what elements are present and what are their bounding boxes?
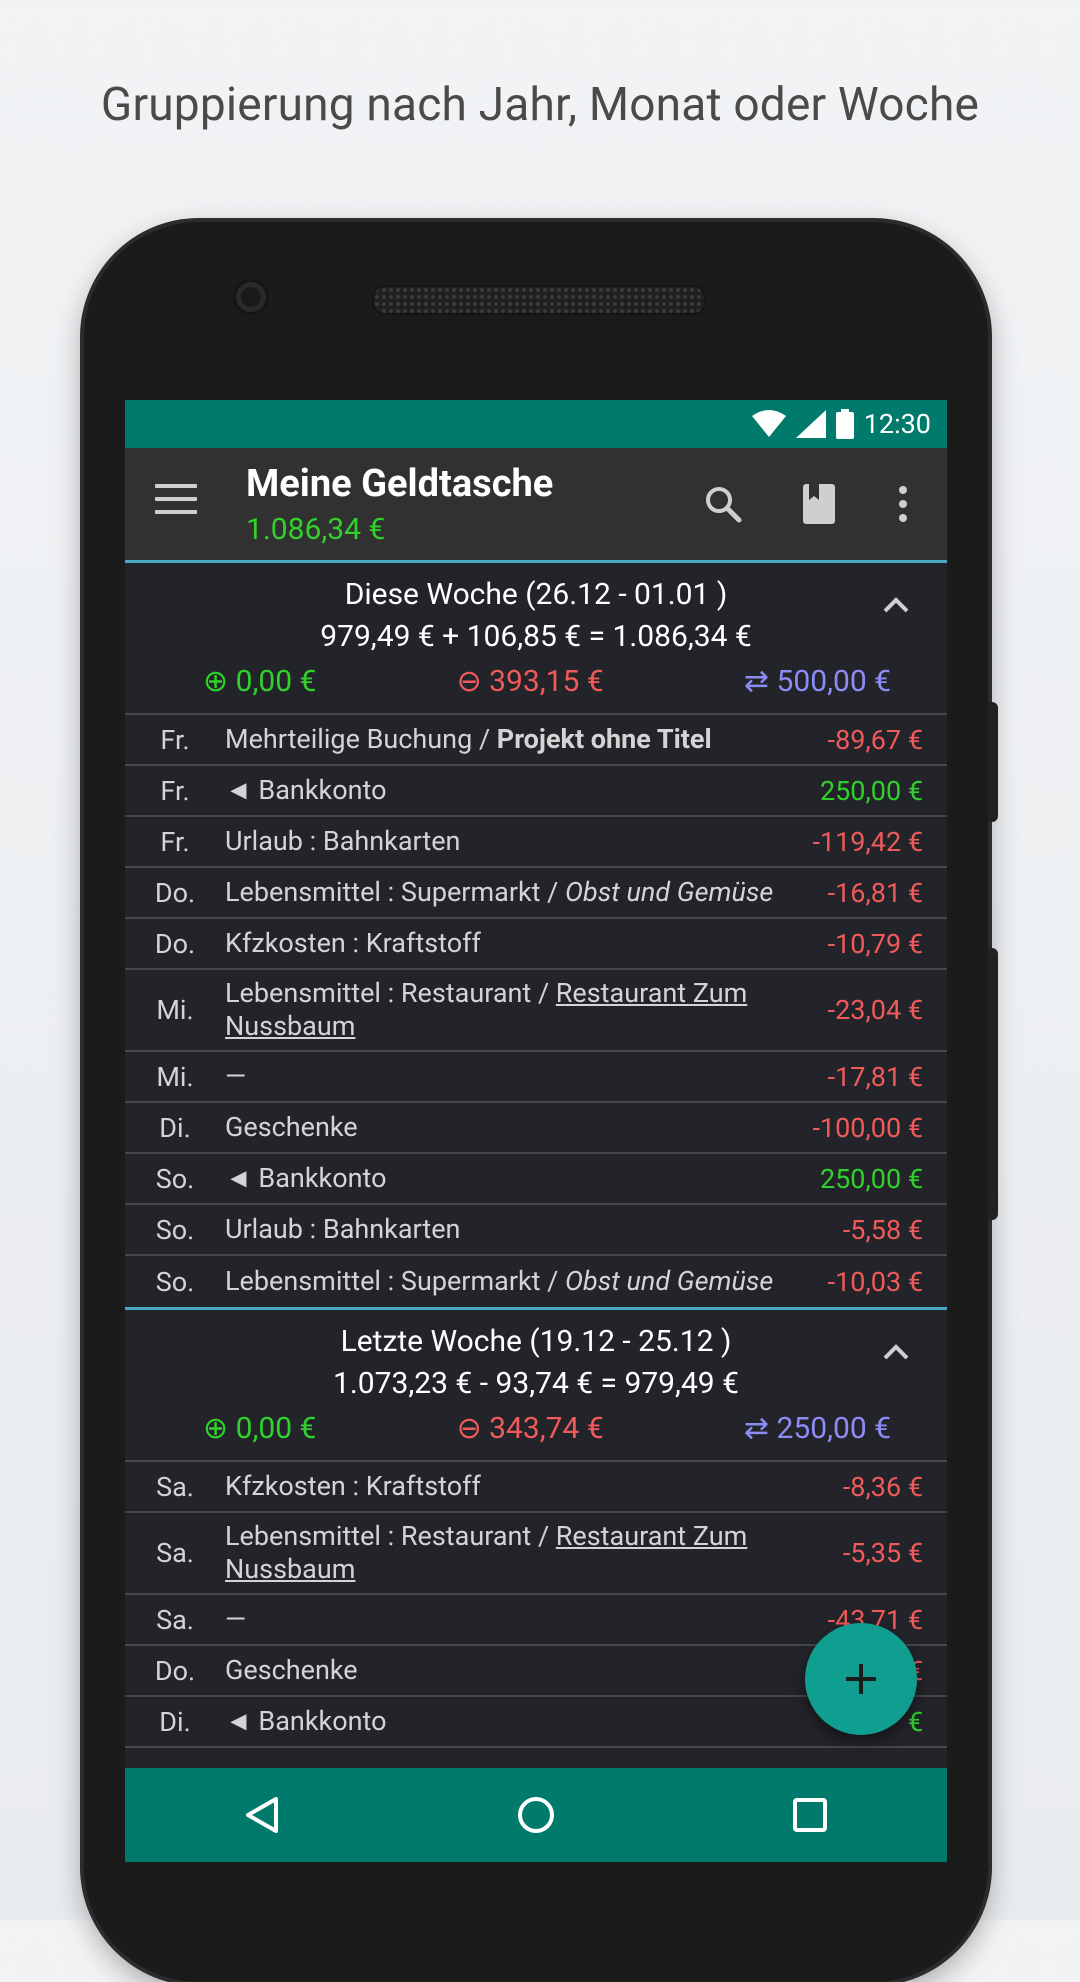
income-total: ⊕ 0,00 € — [203, 1411, 317, 1446]
wifi-icon — [751, 410, 786, 437]
row-description: Mehrteilige Buchung / Projekt ohne Titel — [225, 723, 712, 755]
front-camera — [236, 282, 266, 312]
power-button — [988, 948, 998, 1220]
app-screen: 12:30 Meine Geldtasche 1.086,34 € Diese … — [125, 400, 947, 1862]
row-day: Di. — [159, 1705, 191, 1738]
transaction-list: Fr. Mehrteilige Buchung / Projekt ohne Ti… — [125, 715, 947, 1307]
transaction-row[interactable]: So. Lebensmittel : Supermarkt / Obst und … — [125, 1256, 947, 1307]
row-amount: -89,67 € — [827, 723, 923, 756]
row-description: — — [225, 1603, 247, 1635]
row-amount: -5,58 € — [842, 1213, 923, 1246]
row-day: Do. — [154, 1654, 196, 1687]
row-description: — — [225, 1060, 247, 1092]
menu-icon[interactable] — [155, 484, 197, 524]
transfer-total: ⇄ 500,00 € — [743, 664, 891, 699]
row-description: ◄ Bankkonto — [225, 1162, 387, 1194]
group-title: Diese Woche (26.12 - 01.01 ) — [344, 577, 728, 612]
row-amount: -100,00 € — [812, 1111, 923, 1144]
transaction-row[interactable]: Mi. Lebensmittel : Restaurant / Restauran… — [125, 970, 947, 1052]
row-description: Lebensmittel : Supermarkt / Obst und Gem… — [225, 1265, 774, 1297]
battery-icon — [835, 409, 854, 439]
transaction-row[interactable]: Fr. ◄ Bankkonto 250,00 € — [125, 766, 947, 817]
home-icon[interactable] — [516, 1795, 556, 1835]
row-day: Sa. — [156, 1470, 194, 1503]
row-amount: -10,79 € — [827, 927, 923, 960]
row-description: Lebensmittel : Restaurant / Restaurant Z… — [225, 1520, 748, 1585]
app-bar: Meine Geldtasche 1.086,34 € — [125, 448, 947, 563]
row-day: Di. — [159, 1111, 191, 1144]
row-day: Do. — [154, 876, 196, 909]
row-amount: -10,03 € — [827, 1265, 923, 1298]
account-title: Meine Geldtasche — [246, 462, 554, 506]
row-day: Fr. — [160, 723, 190, 756]
row-description: ◄ Bankkonto — [225, 1705, 387, 1737]
status-bar: 12:30 — [125, 400, 947, 448]
row-day: Sa. — [156, 1603, 194, 1636]
row-day: So. — [155, 1213, 195, 1246]
week-group-header[interactable]: Letzte Woche (19.12 - 25.12 ) 1.073,23 €… — [125, 1307, 947, 1462]
row-description: Kfzkosten : Kraftstoff — [225, 1470, 481, 1502]
transaction-row[interactable]: Mi. — -17,81 € — [125, 1052, 947, 1103]
row-description: ◄ Bankkonto — [225, 774, 387, 806]
group-summary: 979,49 € + 106,85 € = 1.086,34 € — [320, 619, 752, 654]
row-day: Mi. — [156, 1060, 194, 1093]
transaction-row[interactable]: So. ◄ Bankkonto 250,00 € — [125, 1154, 947, 1205]
row-day: Do. — [154, 927, 196, 960]
transaction-row[interactable]: Sa. Kfzkosten : Kraftstoff -8,36 € — [125, 1462, 947, 1513]
row-amount: -16,81 € — [827, 876, 923, 909]
row-amount: -17,81 € — [827, 1060, 923, 1093]
search-icon[interactable] — [699, 480, 747, 528]
book-icon[interactable] — [795, 480, 843, 528]
caption: Gruppierung nach Jahr, Monat oder Woche — [100, 78, 980, 132]
row-day: Fr. — [160, 774, 190, 807]
row-description: Lebensmittel : Restaurant / Restaurant Z… — [225, 977, 748, 1042]
transaction-row[interactable]: Fr. Mehrteilige Buchung / Projekt ohne Ti… — [125, 715, 947, 766]
row-description: Kfzkosten : Kraftstoff — [225, 927, 481, 959]
row-description: Lebensmittel : Supermarkt / Obst und Gem… — [225, 876, 774, 908]
recents-icon[interactable] — [790, 1795, 830, 1835]
add-transaction-button[interactable] — [805, 1623, 917, 1735]
row-amount: 250,00 € — [819, 1162, 923, 1195]
signal-icon — [795, 410, 826, 438]
row-amount: 250,00 € — [819, 774, 923, 807]
transaction-row[interactable]: Do. Lebensmittel : Supermarkt / Obst und … — [125, 868, 947, 919]
system-nav-bar — [125, 1768, 947, 1862]
transfer-total: ⇄ 250,00 € — [743, 1411, 891, 1446]
transaction-row[interactable]: Di. Geschenke -100,00 € — [125, 1103, 947, 1154]
transaction-row[interactable]: Fr. Urlaub : Bahnkarten -119,42 € — [125, 817, 947, 868]
row-amount: -5,35 € — [842, 1537, 923, 1569]
row-day: So. — [155, 1162, 195, 1195]
status-time: 12:30 — [863, 408, 931, 440]
income-total: ⊕ 0,00 € — [203, 664, 317, 699]
transaction-row[interactable]: Sa. Lebensmittel : Restaurant / Restauran… — [125, 1513, 947, 1595]
row-day: Sa. — [156, 1537, 194, 1569]
expense-total: ⊖ 393,15 € — [456, 664, 604, 699]
row-description: Geschenke — [225, 1654, 358, 1686]
transaction-row[interactable]: Do. Kfzkosten : Kraftstoff -10,79 € — [125, 919, 947, 970]
chevron-up-icon[interactable] — [879, 593, 913, 617]
group-summary: 1.073,23 € - 93,74 € = 979,49 € — [333, 1366, 739, 1401]
week-group-header[interactable]: Diese Woche (26.12 - 01.01 ) 979,49 € + … — [125, 563, 947, 715]
row-description: Urlaub : Bahnkarten — [225, 1213, 461, 1245]
group-title: Letzte Woche (19.12 - 25.12 ) — [340, 1324, 732, 1359]
row-day: Fr. — [160, 825, 190, 858]
transaction-row[interactable]: So. Urlaub : Bahnkarten -5,58 € — [125, 1205, 947, 1256]
expense-total: ⊖ 343,74 € — [456, 1411, 604, 1446]
chevron-up-icon[interactable] — [879, 1340, 913, 1364]
row-day: So. — [155, 1265, 195, 1298]
back-icon[interactable] — [242, 1795, 282, 1835]
row-amount: -23,04 € — [827, 994, 923, 1026]
plus-icon — [846, 1664, 876, 1694]
volume-button — [988, 702, 998, 822]
row-amount: -119,42 € — [812, 825, 923, 858]
more-icon[interactable] — [879, 480, 927, 528]
row-day: Mi. — [156, 994, 194, 1026]
earpiece-speaker — [372, 285, 706, 315]
row-amount: -8,36 € — [842, 1470, 923, 1503]
row-description: Geschenke — [225, 1111, 358, 1143]
row-description: Urlaub : Bahnkarten — [225, 825, 461, 857]
account-balance: 1.086,34 € — [246, 512, 386, 547]
